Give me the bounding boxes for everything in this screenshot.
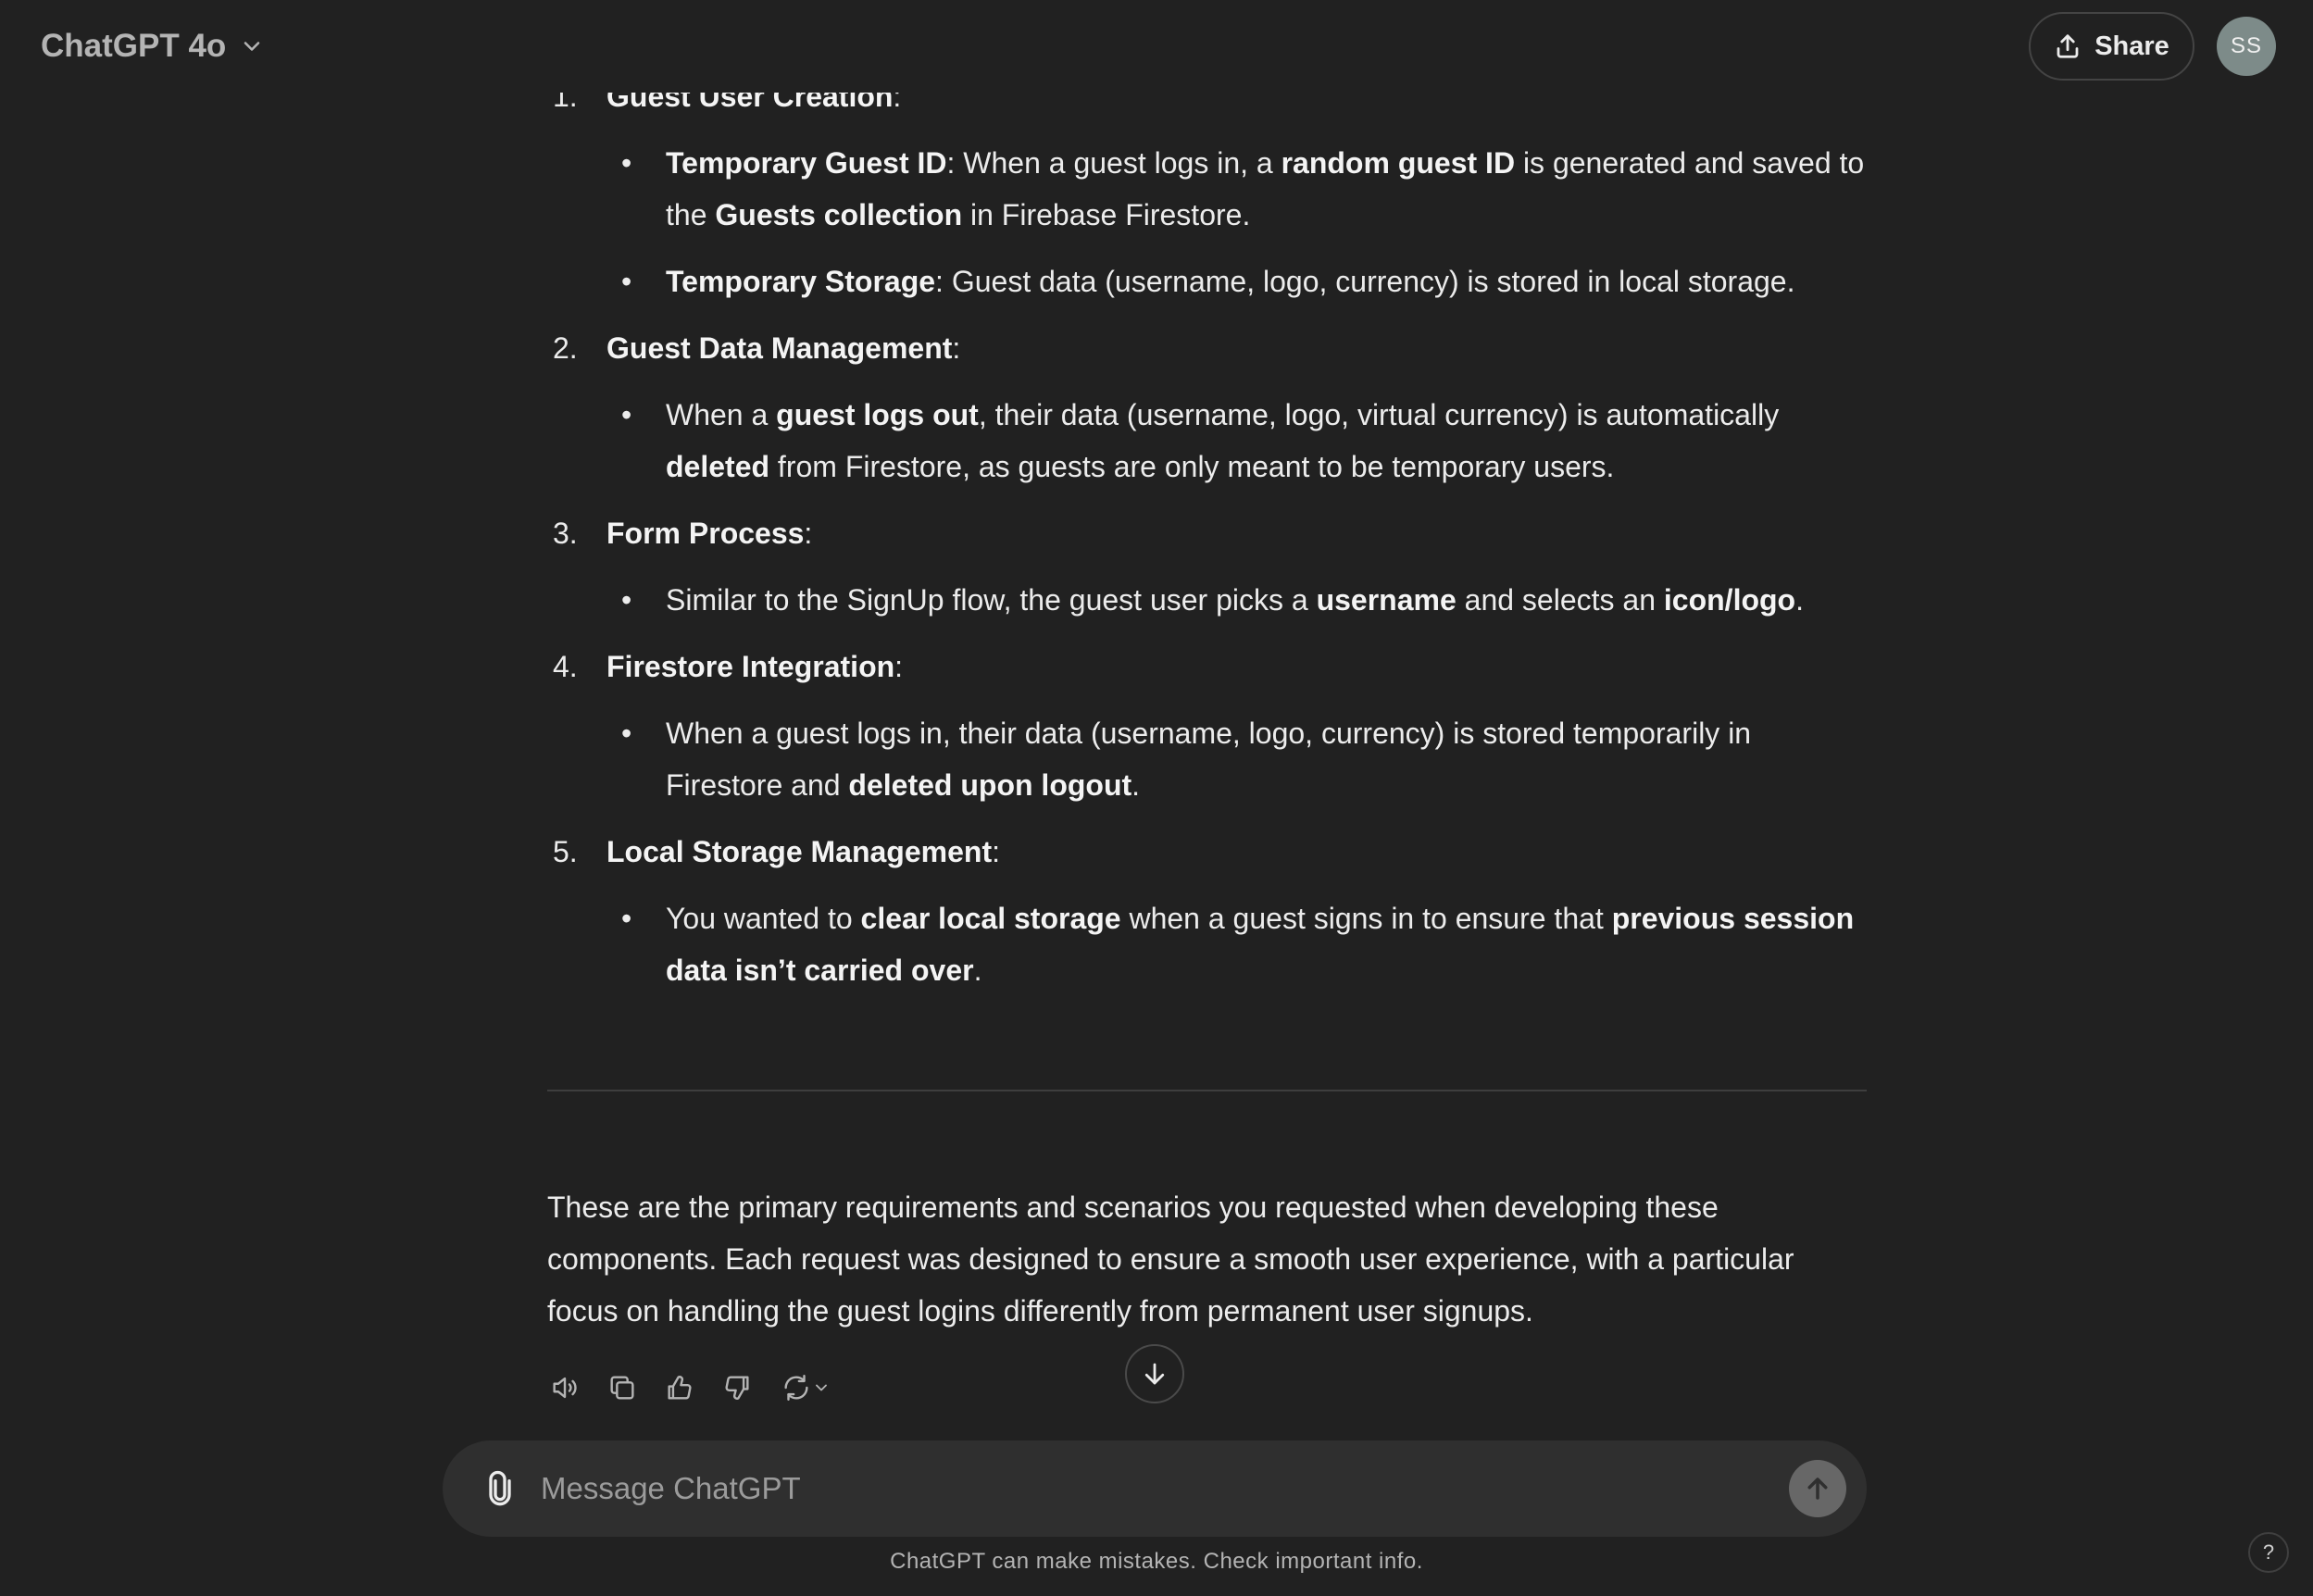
thumbs-down-icon xyxy=(725,1376,749,1400)
detail-bullet: • Temporary Storage: Guest data (username… xyxy=(606,256,1867,307)
bold-text: Guests collection xyxy=(715,198,963,231)
detail-bullet: • You wanted to clear local storage when … xyxy=(606,892,1867,996)
bullet-dot: • xyxy=(621,265,632,298)
requirement-details: • When a guest logs out, their data (user… xyxy=(606,389,1867,493)
list-number: 3. xyxy=(553,517,578,550)
bullet-dot: • xyxy=(621,717,632,750)
text-segment: . xyxy=(1131,768,1141,802)
text-segment: . xyxy=(973,954,982,987)
text-segment: When a guest logs in, their data (userna… xyxy=(666,717,1752,802)
requirements-list: 1. Guest User Creation: • Temporary Guest I… xyxy=(547,70,1867,996)
model-title: ChatGPT 4o xyxy=(41,28,227,64)
regenerate-button[interactable] xyxy=(776,1369,835,1406)
arrow-down-icon xyxy=(1144,1363,1165,1385)
requirement-item: 1. Guest User Creation: • Temporary Guest I… xyxy=(547,70,1867,307)
copy-icon xyxy=(610,1376,634,1400)
message-input[interactable] xyxy=(539,1461,1724,1516)
good-response-button[interactable] xyxy=(661,1369,698,1406)
requirement-details: • Temporary Guest ID: When a guest logs i… xyxy=(606,137,1867,307)
thumbs-up-icon xyxy=(668,1376,692,1400)
conversation-area[interactable]: 1. Guest User Creation: • Temporary Guest I… xyxy=(0,0,2313,1430)
requirement-item: 4. Firestore Integration: • When a guest lo… xyxy=(547,641,1867,811)
help-button[interactable]: ? xyxy=(2248,1532,2289,1573)
detail-bullet: • When a guest logs out, their data (user… xyxy=(606,389,1867,493)
requirement-details: • Similar to the SignUp flow, the guest u… xyxy=(606,574,1867,626)
bold-text: deleted upon logout xyxy=(848,768,1132,802)
text-segment: You wanted to xyxy=(666,902,861,935)
disclaimer-text: ChatGPT can make mistakes. Check importa… xyxy=(890,1549,1423,1574)
message-actions xyxy=(546,1367,835,1408)
bad-response-button[interactable] xyxy=(719,1369,756,1406)
text-segment: when a guest signs in to ensure that xyxy=(1120,902,1612,935)
attach-button[interactable] xyxy=(476,1465,524,1513)
closing-paragraph: These are the primary requirements and s… xyxy=(547,1191,1794,1328)
detail-bullet: • When a guest logs in, their data (usern… xyxy=(606,707,1867,811)
chevron-down-icon xyxy=(244,42,260,51)
requirement-title: Guest Data Management xyxy=(606,331,953,365)
list-number: 2. xyxy=(553,331,578,365)
scroll-to-bottom-button[interactable] xyxy=(1125,1344,1184,1403)
requirement-title: Firestore Integration xyxy=(606,650,895,683)
text-segment: and selects an xyxy=(1456,583,1664,617)
requirement-details: • You wanted to clear local storage when … xyxy=(606,892,1867,996)
bold-text: deleted xyxy=(666,450,770,483)
message-composer xyxy=(443,1440,1867,1537)
requirement-item: 3. Form Process: • Similar to the SignUp fl… xyxy=(547,507,1867,626)
paperclip-icon xyxy=(489,1470,511,1506)
send-button[interactable] xyxy=(1789,1460,1846,1517)
bold-text: Temporary Guest ID xyxy=(666,146,947,180)
requirement-title: Local Storage Management xyxy=(606,835,993,868)
requirement-item: 5. Local Storage Management: • You wanted t… xyxy=(547,826,1867,996)
model-selector[interactable]: ChatGPT 4o xyxy=(26,20,280,72)
assistant-message: 1. Guest User Creation: • Temporary Guest I… xyxy=(547,70,1867,1011)
user-avatar[interactable]: SS xyxy=(2217,17,2276,76)
read-aloud-icon xyxy=(553,1377,577,1399)
list-number: 4. xyxy=(553,650,578,683)
detail-bullet: • Similar to the SignUp flow, the guest u… xyxy=(606,574,1867,626)
bullet-dot: • xyxy=(621,902,632,935)
bullet-dot: • xyxy=(621,398,632,431)
bold-text: username xyxy=(1316,583,1457,617)
chevron-down-icon xyxy=(816,1384,827,1391)
bullet-dot: • xyxy=(621,583,632,617)
text-segment: , their data (username, logo, virtual cu… xyxy=(978,398,1780,431)
text-segment: from Firestore, as guests are only meant… xyxy=(769,450,1615,483)
text-segment: . xyxy=(1795,583,1804,617)
share-button[interactable]: Share xyxy=(2029,12,2194,81)
requirement-item: 2. Guest Data Management: • When a guest lo… xyxy=(547,322,1867,493)
arrow-up-icon xyxy=(1807,1478,1828,1500)
detail-bullet: • Temporary Guest ID: When a guest logs i… xyxy=(606,137,1867,241)
text-segment: : Guest data (username, logo, currency) … xyxy=(935,265,1795,298)
bold-text: random guest ID xyxy=(1281,146,1516,180)
text-segment: in Firebase Firestore. xyxy=(962,198,1251,231)
share-label: Share xyxy=(2094,31,2169,61)
list-number: 5. xyxy=(553,835,578,868)
text-segment: When a xyxy=(666,398,777,431)
share-icon xyxy=(2057,34,2079,58)
bold-text: clear local storage xyxy=(860,902,1121,935)
bold-text: guest logs out xyxy=(776,398,979,431)
bullet-dot: • xyxy=(621,146,632,180)
bold-text: Temporary Storage xyxy=(666,265,936,298)
horizontal-divider xyxy=(547,1090,1867,1091)
top-bar: ChatGPT 4o Share SS xyxy=(0,0,2313,93)
regenerate-icon xyxy=(784,1375,808,1401)
text-segment: : When a guest logs in, a xyxy=(946,146,1282,180)
copy-button[interactable] xyxy=(604,1369,641,1406)
requirement-title: Form Process xyxy=(606,517,805,550)
requirement-details: • When a guest logs in, their data (usern… xyxy=(606,707,1867,811)
text-segment: Similar to the SignUp flow, the guest us… xyxy=(666,583,1317,617)
bold-text: icon/logo xyxy=(1663,583,1796,617)
read-aloud-button[interactable] xyxy=(546,1369,583,1406)
